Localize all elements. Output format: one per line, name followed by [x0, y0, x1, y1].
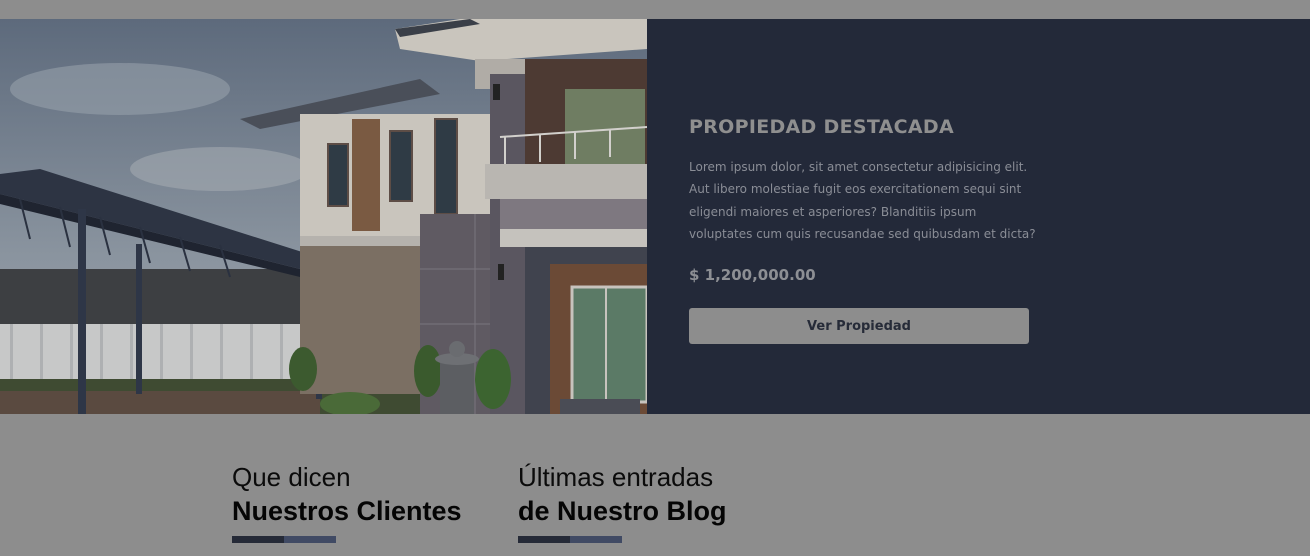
house-photo-image — [0, 19, 647, 414]
testimonials-heading: Que dicen Nuestros Clientes — [232, 460, 462, 543]
blog-subtitle: Últimas entradas — [518, 462, 714, 492]
house-photo — [0, 19, 647, 414]
featured-property-section: PROPIEDAD DESTACADA Lorem ipsum dolor, s… — [0, 19, 1310, 414]
featured-price: $ 1,200,000.00 — [689, 266, 816, 284]
featured-info-panel: PROPIEDAD DESTACADA Lorem ipsum dolor, s… — [647, 19, 1310, 414]
underline-blue-segment — [570, 536, 622, 543]
underline-dark-segment — [232, 536, 284, 543]
blog-heading: Últimas entradas de Nuestro Blog — [518, 460, 727, 543]
view-property-button[interactable]: Ver Propiedad — [689, 308, 1029, 344]
testimonials-subtitle: Que dicen — [232, 462, 351, 492]
underline-blue-segment — [284, 536, 336, 543]
featured-title: PROPIEDAD DESTACADA — [689, 116, 954, 138]
top-overlay-strip — [0, 0, 1310, 19]
featured-description: Lorem ipsum dolor, sit amet consectetur … — [689, 160, 1036, 242]
underline-dark-segment — [518, 536, 570, 543]
blog-title: de Nuestro Blog — [518, 496, 727, 526]
testimonials-title: Nuestros Clientes — [232, 496, 462, 526]
